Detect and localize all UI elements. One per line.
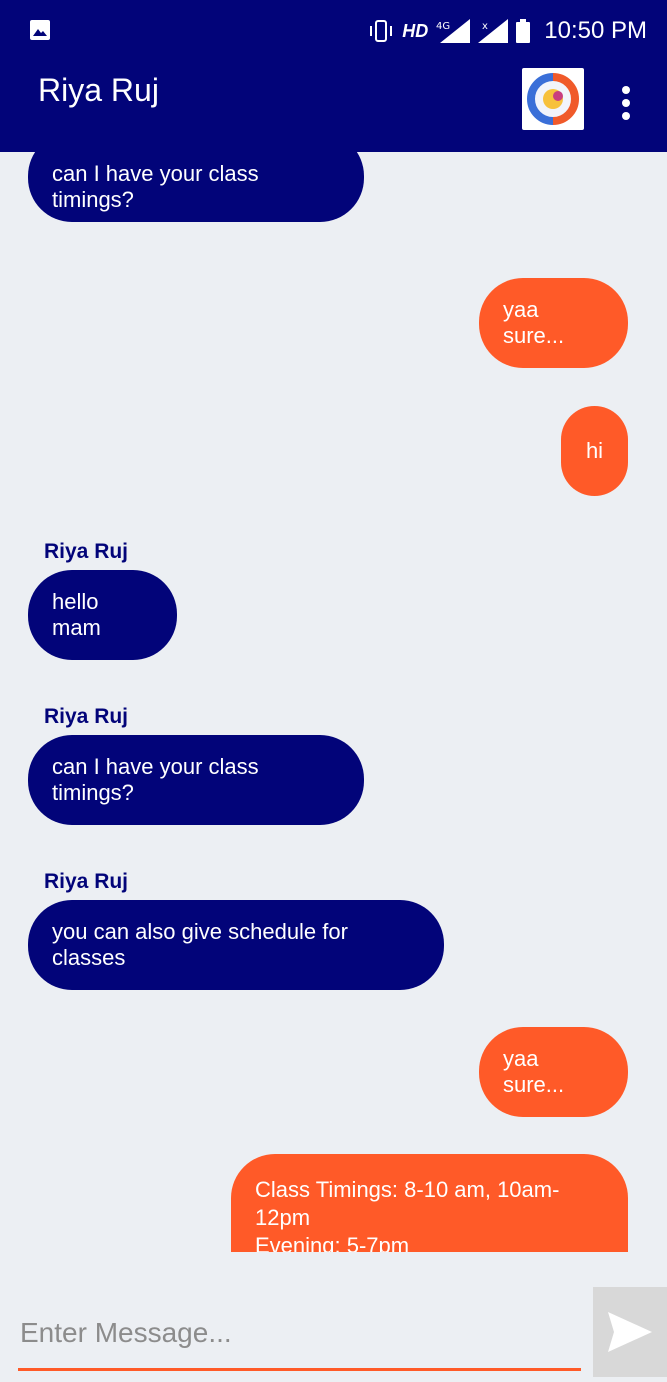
outgoing-message-bubble: yaa sure... (479, 278, 628, 368)
incoming-message-bubble: you can also give schedule for classes (28, 900, 444, 990)
send-button[interactable] (593, 1287, 667, 1377)
gallery-notification-icon (30, 20, 50, 40)
message-text: yaa sure... (503, 1046, 565, 1097)
avatar[interactable] (522, 68, 584, 130)
incoming-message-bubble: hello mam (28, 570, 177, 660)
battery-icon (516, 19, 531, 43)
send-icon (608, 1312, 652, 1352)
chat-title: Riya Ruj (38, 72, 159, 108)
message-text: yaa sure... (503, 297, 565, 348)
incoming-message-bubble: can I have your class timings? (28, 152, 364, 222)
message-text: can I have your class timings? (52, 161, 259, 212)
chat-messages-list[interactable]: can I have your class timings? yaa sure.… (0, 152, 667, 1252)
message-composer (0, 1282, 667, 1382)
message-text: you can also give schedule for classes (52, 919, 348, 970)
message-sender-name: Riya Ruj (44, 705, 129, 728)
more-vert-icon[interactable] (618, 86, 634, 120)
incoming-message-bubble: can I have your class timings? (28, 735, 364, 825)
message-text: hi (585, 438, 604, 463)
message-text: hello mam (52, 589, 101, 640)
profile-avatar-icon (526, 73, 580, 125)
network-hd-label: HD (402, 20, 429, 41)
message-text: can I have your class timings? (52, 754, 259, 805)
message-text-line: Class Timings: 8-10 am, 10am-12pm (255, 1177, 560, 1230)
svg-text:x: x (482, 21, 488, 32)
outgoing-message-bubble: hi (561, 406, 628, 496)
message-text-line: Evening: 5-7pm (255, 1233, 410, 1252)
outgoing-message-bubble: yaa sure... (479, 1027, 628, 1117)
status-time: 10:50 PM (544, 17, 647, 44)
status-icons: HD 4G x 10:50 PM (368, 16, 647, 46)
signal-no-data-icon: x (478, 19, 509, 43)
app-header: HD 4G x 10:50 PM Riya Ruj (0, 0, 667, 152)
message-sender-name: Riya Ruj (44, 540, 129, 563)
svg-text:4G: 4G (436, 21, 450, 32)
input-underline (18, 1368, 581, 1371)
message-sender-name: Riya Ruj (44, 870, 129, 893)
signal-4g-icon: 4G (436, 19, 471, 43)
outgoing-message-bubble: Class Timings: 8-10 am, 10am-12pm Evenin… (231, 1154, 628, 1252)
message-input[interactable] (18, 1312, 582, 1354)
vibrate-icon (370, 20, 393, 42)
status-bar: HD 4G x 10:50 PM (0, 0, 667, 60)
